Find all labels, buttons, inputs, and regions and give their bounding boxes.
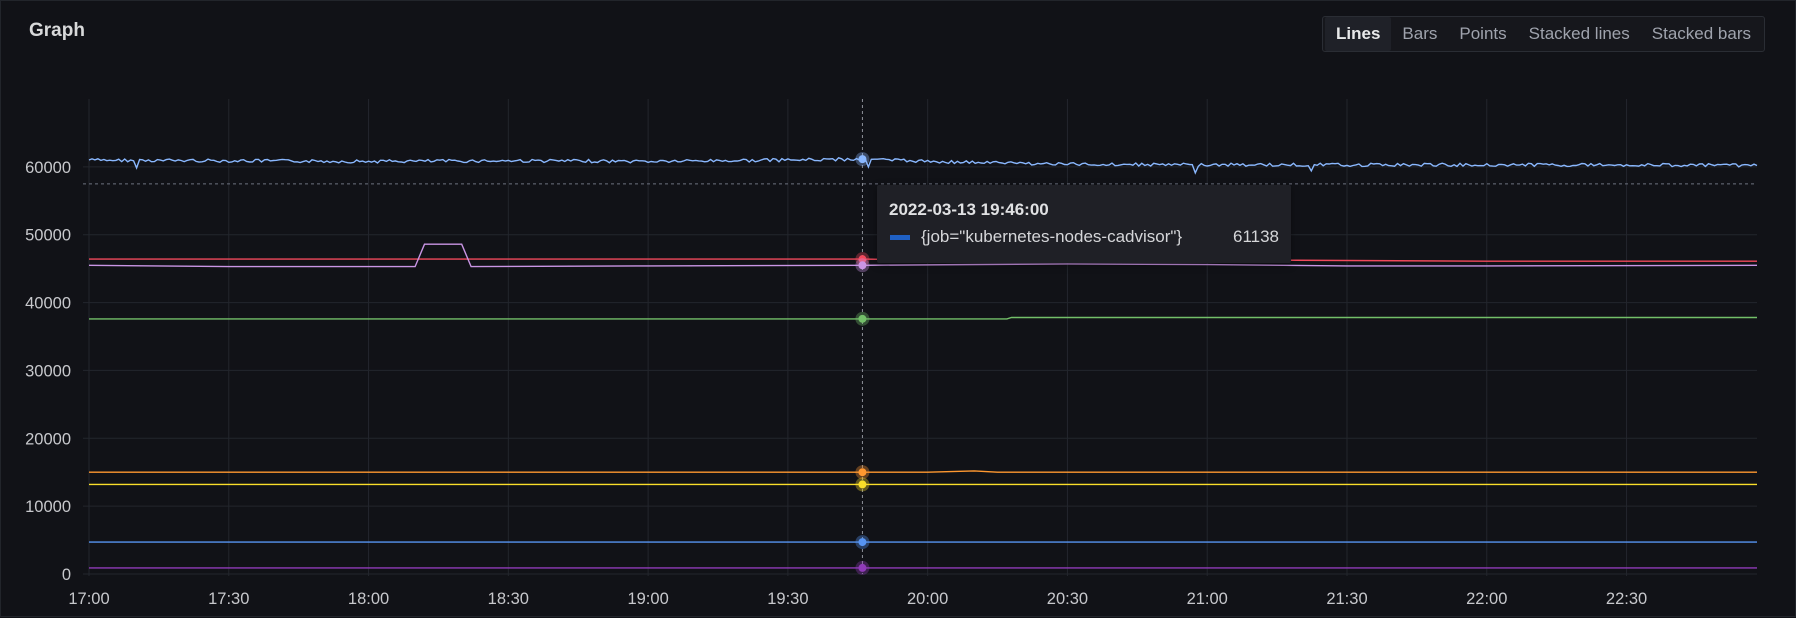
- x-tick-label: 18:00: [348, 590, 389, 608]
- tooltip-series-value: 61138: [1232, 227, 1279, 246]
- y-tick-label: 40000: [25, 295, 71, 313]
- hover-tooltip: 2022-03-13 19:46:00 {job="kubernetes-nod…: [877, 185, 1291, 263]
- hover-point: [858, 261, 867, 270]
- y-tick-label: 50000: [25, 227, 71, 245]
- line-chart[interactable]: 0 10000 20000 30000 40000 50000 60000 17:00 17:3…: [1, 1, 1796, 618]
- x-tick-label: 17:30: [208, 590, 249, 608]
- x-tick-label: 20:30: [1047, 590, 1088, 608]
- hover-point: [858, 538, 867, 547]
- tooltip-series-label: {job="kubernetes-nodes-cadvisor"}: [921, 227, 1183, 246]
- graph-panel: Graph Lines Bars Points Stacked lines St…: [0, 0, 1796, 617]
- series-line: [88, 156, 1758, 175]
- y-tick-label: 60000: [25, 159, 71, 177]
- y-tick-label: 10000: [25, 498, 71, 516]
- series-line: [89, 316, 1757, 320]
- x-tick-label: 20:00: [907, 590, 948, 608]
- x-tick-label: 17:00: [68, 590, 109, 608]
- x-tick-label: 18:30: [488, 590, 529, 608]
- y-tick-label: 20000: [25, 430, 71, 448]
- y-tick-label: 30000: [25, 362, 71, 380]
- x-tick-label: 22:30: [1606, 590, 1647, 608]
- y-tick-label: 0: [62, 566, 71, 584]
- hover-point: [858, 563, 867, 572]
- series-color-swatch: [890, 235, 910, 240]
- hover-point: [858, 155, 867, 164]
- series-line: [89, 470, 1757, 473]
- x-tick-label: 21:30: [1326, 590, 1367, 608]
- x-tick-label: 19:30: [767, 590, 808, 608]
- tooltip-time: 2022-03-13 19:46:00: [889, 200, 1049, 219]
- hover-point: [858, 480, 867, 489]
- hover-point: [858, 314, 867, 323]
- x-tick-label: 19:00: [627, 590, 668, 608]
- x-tick-label: 22:00: [1466, 590, 1507, 608]
- hover-point: [858, 468, 867, 477]
- x-tick-label: 21:00: [1187, 590, 1228, 608]
